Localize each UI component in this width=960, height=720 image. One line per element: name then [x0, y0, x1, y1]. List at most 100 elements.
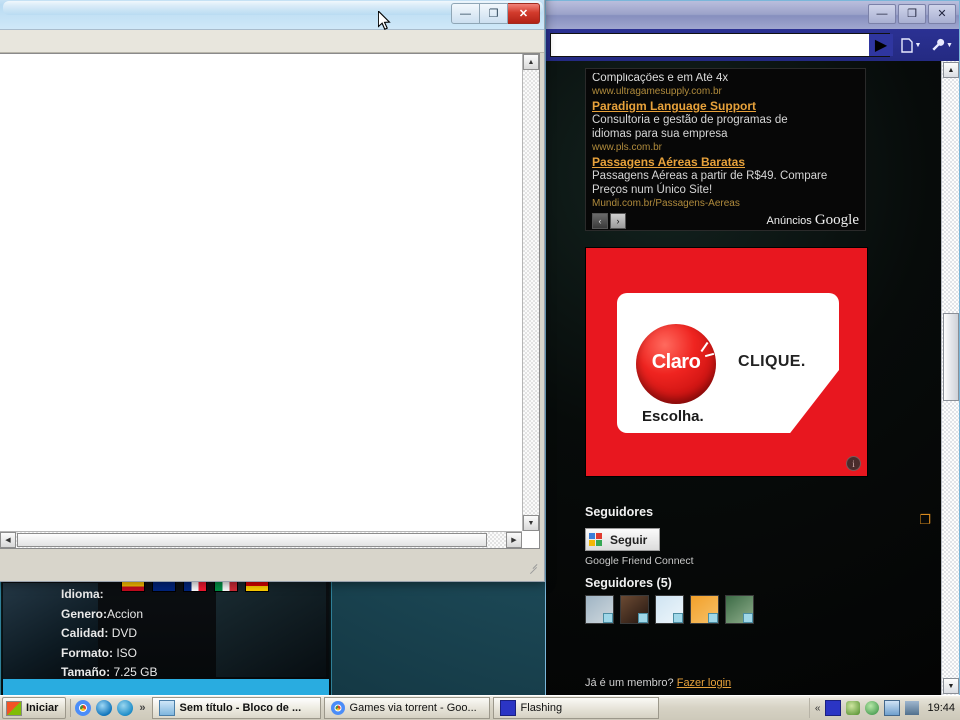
system-tray: « 19:44 — [808, 698, 960, 718]
ads-prev-button[interactable]: ‹ — [592, 212, 608, 229]
notepad-close-button[interactable]: ✕ — [508, 3, 540, 24]
monitor-icon[interactable] — [884, 700, 901, 716]
notepad-title-bar[interactable]: — ❐ ✕ — [0, 0, 544, 30]
ad-item-3[interactable]: Passagens Aéreas Baratas Passagens Aérea… — [592, 155, 859, 210]
notepad-scroll-left-button[interactable]: ◀ — [0, 532, 16, 548]
ad-item-2[interactable]: Paradigm Language Support Consultoria e … — [592, 99, 859, 154]
ad-navigation: ‹ › Anúncios Google — [592, 212, 859, 229]
start-button[interactable]: Iniciar — [2, 697, 67, 719]
claro-ad-banner[interactable]: Claro CLIQUE. Escolha. i — [585, 247, 868, 477]
page-menu-icon[interactable]: ▼ — [898, 33, 924, 57]
taskbar-item-label: Sem título - Bloco de ... — [179, 702, 302, 714]
ad-url[interactable]: www.pls.com.br — [592, 141, 859, 154]
info-value: 7.25 GB — [113, 665, 158, 680]
security-icon[interactable] — [846, 701, 861, 715]
go-icon[interactable]: ▶ — [869, 34, 893, 56]
taskbar-item-notepad[interactable]: Sem título - Bloco de ... — [151, 697, 321, 719]
scroll-up-button[interactable]: ▲ — [943, 62, 959, 78]
gadget-expand-icon[interactable]: ❐ — [919, 512, 931, 528]
ad-desc-line-1: Consultoria e gestão de programas de — [592, 114, 788, 126]
desktop: Idioma: Genero:Accion Calidad: DVD Forma… — [0, 0, 960, 720]
clock[interactable]: 19:44 — [927, 702, 955, 714]
info-row: Genero:Accion — [61, 605, 164, 625]
notepad-vertical-scrollbar[interactable]: ▲ ▼ — [522, 54, 539, 531]
notepad-scroll-down-button[interactable]: ▼ — [523, 515, 539, 531]
member-login-line: Já é um membro? Fazer login — [585, 677, 731, 689]
ad-item-1[interactable]: www.ultragamesupply.com.br — [592, 85, 859, 98]
antivirus-icon[interactable] — [865, 701, 880, 715]
address-input[interactable] — [555, 38, 885, 52]
scroll-down-button[interactable]: ▼ — [943, 678, 959, 694]
info-label: Idioma: — [61, 587, 104, 601]
app-icon[interactable] — [825, 700, 842, 716]
ad-title[interactable]: Passagens Aéreas Baratas — [592, 155, 859, 169]
text-line: ar jogos via — [0, 256, 522, 296]
tray-expand-icon[interactable]: « — [815, 703, 821, 714]
followers-widget: Seguidores Seguir Google Friend Connect … — [585, 505, 885, 624]
notepad-text-area[interactable]: ar para vcs ar jogos via ogspot.com/ n q… — [0, 53, 540, 549]
google-ads-block: Complicações e em Até 4x www.ultragamesu… — [585, 68, 866, 231]
chevron-down-icon: ▼ — [914, 41, 922, 49]
ad-url[interactable]: www.ultragamesupply.com.br — [592, 85, 859, 98]
info-value: Accion — [107, 606, 144, 621]
avatar[interactable] — [585, 594, 614, 624]
web-page-content: Complicações e em Até 4x www.ultragamesu… — [546, 61, 941, 695]
volume-icon[interactable] — [905, 701, 920, 715]
notepad-maximize-button[interactable]: ❐ — [480, 3, 508, 24]
notepad-horizontal-scrollbar[interactable]: ◀ ▶ — [0, 531, 522, 548]
notepad-window-controls: — ❐ ✕ — [451, 3, 540, 24]
info-row: Formato: ISO — [61, 644, 164, 664]
browser-title-bar[interactable]: — ❐ ✕ — [546, 1, 959, 29]
app-icon — [499, 700, 516, 716]
notepad-menu-bar[interactable] — [0, 30, 544, 53]
background-window[interactable]: Idioma: Genero:Accion Calidad: DVD Forma… — [0, 572, 332, 698]
info-label: Genero: — [61, 606, 108, 621]
browser-close-button[interactable]: ✕ — [928, 4, 956, 24]
browser-maximize-button[interactable]: ❐ — [898, 4, 926, 24]
browser-window[interactable]: — ❐ ✕ ▶ ▼ ▼ Complicações e em Até 4x www… — [545, 0, 960, 696]
notepad-text-content[interactable]: ar para vcs ar jogos via ogspot.com/ n q… — [0, 56, 522, 548]
avatar[interactable] — [725, 594, 754, 624]
notepad-scroll-right-button[interactable]: ▶ — [506, 532, 522, 548]
follow-button-label: Seguir — [610, 532, 648, 547]
member-prompt-text: Já é um membro? — [585, 677, 674, 689]
notepad-minimize-button[interactable]: — — [451, 3, 480, 24]
wrench-icon — [932, 38, 945, 51]
ads-next-button[interactable]: › — [610, 212, 626, 229]
chrome-icon[interactable] — [75, 700, 92, 716]
notepad-window[interactable]: — ❐ ✕ ar para vcs ar jogos via ogspot.co… — [0, 0, 545, 582]
scrollbar-thumb[interactable] — [943, 313, 959, 401]
browser-toolbar: ▶ ▼ ▼ — [546, 29, 959, 61]
taskbar-item-chrome[interactable]: Games via torrent - Goo... — [323, 697, 490, 719]
text-line — [0, 376, 522, 416]
claro-clique-text: CLIQUE. — [738, 353, 806, 370]
page-icon — [900, 37, 913, 53]
ad-url[interactable]: Mundi.com.br/Passagens-Aereas — [592, 197, 859, 210]
media-player-icon[interactable] — [117, 700, 134, 716]
browser-window-controls: — ❐ ✕ — [868, 4, 956, 24]
quick-launch-overflow-icon[interactable]: » — [139, 702, 145, 714]
wrench-menu-icon[interactable]: ▼ — [929, 33, 955, 57]
ad-info-icon[interactable]: i — [846, 456, 861, 471]
notepad-h-scroll-thumb[interactable] — [17, 533, 487, 547]
login-link[interactable]: Fazer login — [677, 677, 731, 689]
follow-button[interactable]: Seguir — [585, 528, 661, 551]
address-bar[interactable] — [550, 33, 890, 57]
avatar[interactable] — [655, 594, 684, 624]
browser-minimize-button[interactable]: — — [868, 4, 896, 24]
taskbar-item-label: Games via torrent - Goo... — [349, 702, 477, 714]
text-line: ogspot.com/ — [0, 496, 522, 536]
notepad-scroll-up-button[interactable]: ▲ — [523, 54, 539, 70]
internet-explorer-icon[interactable] — [96, 700, 113, 716]
google-friend-connect-icon — [589, 532, 603, 547]
avatar[interactable] — [620, 594, 649, 624]
ad-clipped-line: Complicações e em Até 4x — [592, 73, 729, 84]
resize-grip[interactable] — [523, 560, 538, 575]
ad-desc-line-2: Preços num Único Site! — [592, 184, 713, 196]
ad-title[interactable]: Paradigm Language Support — [592, 99, 859, 113]
browser-scrollbar[interactable]: ▲ ▼ — [941, 61, 959, 695]
taskbar-item-flashing[interactable]: Flashing — [492, 697, 659, 719]
info-value: ISO — [116, 645, 138, 660]
avatar[interactable] — [690, 594, 719, 624]
taskbar-item-label: Flashing — [520, 702, 563, 714]
